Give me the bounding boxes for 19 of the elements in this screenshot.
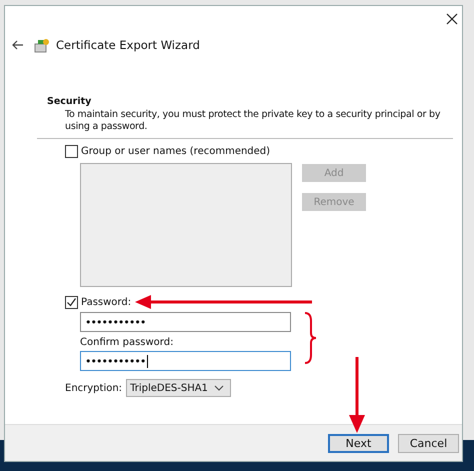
password-field[interactable]: ••••••••••• bbox=[80, 351, 291, 371]
brace-drawing bbox=[303, 311, 317, 365]
dialog-button[interactable]: Next bbox=[328, 434, 389, 452]
encryption-label: Encryption: bbox=[65, 382, 122, 394]
section-heading: Security bbox=[47, 96, 92, 107]
checkbox-label: Password: bbox=[81, 297, 132, 308]
password-field[interactable]: ••••••••••• bbox=[80, 312, 291, 332]
field-label: Confirm password: bbox=[80, 337, 174, 348]
checkbox[interactable] bbox=[65, 145, 78, 158]
dialog-button[interactable]: Cancel bbox=[398, 434, 459, 452]
chevron-down-icon[interactable] bbox=[214, 385, 224, 391]
certificate-icon bbox=[34, 37, 50, 53]
close-icon[interactable] bbox=[446, 13, 458, 25]
checkbox-label: Group or user names (recommended) bbox=[81, 146, 270, 157]
section-description: To maintain security, you must protect the private key to a security principal or by using a password. bbox=[65, 109, 442, 133]
back-icon[interactable] bbox=[12, 40, 24, 50]
encryption-dropdown[interactable]: TripleDES-SHA1 bbox=[126, 379, 232, 397]
window-title: Certificate Export Wizard bbox=[56, 38, 200, 52]
checkbox[interactable] bbox=[65, 296, 78, 309]
